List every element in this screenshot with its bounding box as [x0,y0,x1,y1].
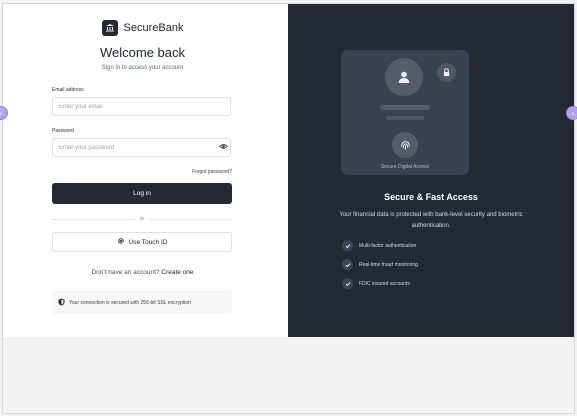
feature-label: Real-time fraud monitoring [359,261,418,268]
divider-label: or [135,216,149,222]
shield-icon [58,298,65,308]
forgot-password-link[interactable]: Forgot password? [52,169,232,175]
user-icon [385,58,423,96]
ssl-notice: Your connection is secured with 256-bit … [52,291,232,314]
promo-description: Your financial data is protected with ba… [339,212,523,229]
bank-icon [101,20,118,36]
fingerprint-icon [117,237,125,247]
signup-text: Don't have an account? [91,269,160,276]
check-icon [342,259,353,270]
fingerprint-icon [392,132,418,158]
collapse-right-handle[interactable]: › [566,106,577,120]
check-icon [342,240,353,251]
touch-id-label: Use Touch ID [128,238,168,246]
eye-icon[interactable] [219,142,228,151]
feature-item: Real-time fraud monitoring [342,259,418,270]
ssl-notice-text: Your connection is secured with 256-bit … [69,299,191,306]
login-button[interactable]: Log in [52,183,232,204]
password-field[interactable] [52,138,231,157]
lock-icon [437,63,456,82]
placeholder-bar [380,105,430,110]
arrow-right-icon: › [571,108,575,118]
email-label: Email address [52,87,84,93]
placeholder-bar [386,116,424,120]
password-label: Password [52,128,74,134]
feature-item: Multi-factor authentication [342,240,416,251]
brand-name: SecureBank [123,22,184,34]
email-field[interactable] [52,97,231,116]
promo-title: Secure & Fast Access [384,192,478,202]
feature-label: FDIC insured accounts [359,280,410,287]
create-account-link[interactable]: Create one [161,269,193,276]
feature-item: FDIC insured accounts [342,278,410,289]
feature-label: Multi-factor authentication [359,242,417,249]
signup-prompt: Don't have an account? Create one [0,269,285,276]
arrow-left-icon: ‹ [0,109,2,118]
check-icon [342,278,353,289]
card-label: Secure Digital Access [380,164,430,170]
page-subtitle: Sign in to access your account [101,65,184,71]
brand-header: SecureBank [0,20,285,36]
touch-id-button[interactable]: Use Touch ID [52,232,232,252]
page-title: Welcome back [99,45,185,60]
